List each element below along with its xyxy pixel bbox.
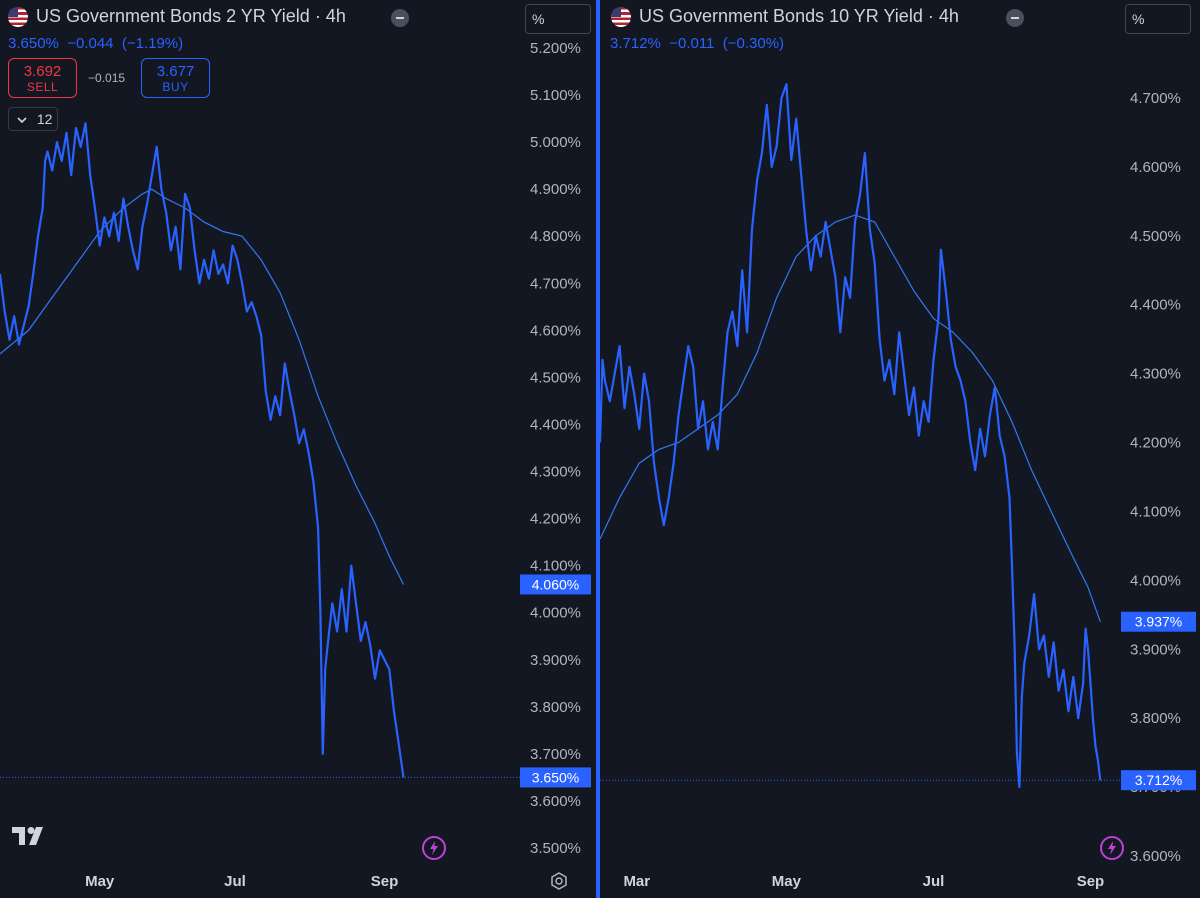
moving-average-line <box>0 188 405 585</box>
y-tick-label: 5.100% <box>530 87 581 104</box>
minus-icon[interactable] <box>1006 9 1024 27</box>
y-tick-label: 4.100% <box>530 558 581 575</box>
chevron-down-icon <box>17 117 27 124</box>
y-tick-label: 4.700% <box>530 275 581 292</box>
x-tick-label: Jul <box>224 873 246 890</box>
ma-price-tag-label: 3.937% <box>1135 614 1182 630</box>
y-tick-label: 4.200% <box>530 511 581 528</box>
x-tick-label: Sep <box>371 873 399 890</box>
buy-button[interactable]: 3.677 BUY <box>141 58 210 98</box>
sell-button[interactable]: 3.692 SELL <box>8 58 77 98</box>
spread-value: −0.015 <box>88 71 126 85</box>
buy-label: BUY <box>162 80 189 94</box>
interval-dropdown[interactable]: 12 <box>8 107 58 131</box>
quote-line: 3.712% −0.011 (−0.30%) <box>610 35 784 52</box>
sell-label: SELL <box>26 80 59 94</box>
chart-title: US Government Bonds 10 YR Yield · 4h <box>611 6 959 27</box>
chart-title-text: US Government Bonds 2 YR Yield · 4h <box>36 6 346 26</box>
y-tick-label: 3.500% <box>530 840 581 857</box>
y-tick-label: 4.300% <box>1130 366 1181 383</box>
y-tick-label: 4.700% <box>1130 90 1181 107</box>
y-tick-label: 4.500% <box>530 369 581 386</box>
interval-value: 12 <box>36 111 53 127</box>
y-tick-label: 4.500% <box>1130 228 1181 245</box>
sell-price: 3.692 <box>23 63 62 80</box>
y-tick-label: 4.000% <box>1130 572 1181 589</box>
y-tick-label: 4.600% <box>530 322 581 339</box>
yield-line <box>0 122 405 778</box>
tradingview-logo <box>12 827 43 845</box>
y-tick-label: 4.000% <box>530 605 581 622</box>
y-tick-label: 3.900% <box>1130 641 1181 658</box>
x-tick-label: Jul <box>923 873 945 890</box>
y-tick-label: 4.300% <box>530 464 581 481</box>
last-price-tag-label: 3.712% <box>1135 772 1182 788</box>
quote-line: 3.650% −0.044 (−1.19%) <box>8 35 183 52</box>
us-flag-icon <box>8 6 28 27</box>
y-tick-label: 3.600% <box>1130 848 1181 865</box>
last-price-tag-label: 3.650% <box>532 769 579 785</box>
moving-average-line <box>600 214 1101 622</box>
y-tick-label: 4.400% <box>1130 297 1181 314</box>
y-tick-label: 3.800% <box>530 699 581 716</box>
y-tick-label: 4.600% <box>1130 159 1181 176</box>
price-change-pct: (−0.30%) <box>722 35 785 52</box>
y-tick-label: 4.200% <box>1130 435 1181 452</box>
buy-price: 3.677 <box>156 63 195 80</box>
unit-button[interactable]: % <box>1125 4 1191 34</box>
x-tick-label: May <box>772 873 802 890</box>
y-tick-label: 5.000% <box>530 134 581 151</box>
last-price: 3.712% <box>610 35 661 52</box>
price-change-pct: (−1.19%) <box>121 35 184 52</box>
x-tick-label: May <box>85 873 115 890</box>
chart-canvas[interactable]: 5.200% 5.100% 5.000% 4.900% 4.800% 4.700% 4.60… <box>0 0 596 898</box>
chart-canvas[interactable]: 4.700% 4.600% 4.500% 4.400% 4.300% 4.200% 4.10… <box>600 0 1200 898</box>
y-tick-label: 4.400% <box>530 416 581 433</box>
unit-button[interactable]: % <box>525 4 591 34</box>
y-tick-label: 4.800% <box>530 228 581 245</box>
y-tick-label: 3.900% <box>530 652 581 669</box>
chart-title: US Government Bonds 2 YR Yield · 4h <box>8 6 346 27</box>
last-price: 3.650% <box>8 35 59 52</box>
chart-panel-2yr[interactable]: 5.200% 5.100% 5.000% 4.900% 4.800% 4.700% 4.60… <box>0 0 596 898</box>
y-tick-label: 3.600% <box>530 793 581 810</box>
minus-icon[interactable] <box>391 9 409 27</box>
y-tick-label: 5.200% <box>530 40 581 57</box>
x-tick-label: Mar <box>623 873 650 890</box>
price-change: −0.044 <box>67 35 114 52</box>
y-tick-label: 3.800% <box>1130 710 1181 727</box>
y-tick-label: 4.900% <box>530 181 581 198</box>
y-tick-label: 3.700% <box>530 746 581 763</box>
lightning-icon[interactable] <box>1100 836 1124 860</box>
lightning-icon[interactable] <box>422 836 446 860</box>
us-flag-icon <box>611 6 631 27</box>
chart-title-text: US Government Bonds 10 YR Yield · 4h <box>639 6 959 26</box>
gear-icon[interactable] <box>550 872 568 890</box>
yield-line <box>600 83 1102 789</box>
chart-panel-10yr[interactable]: 4.700% 4.600% 4.500% 4.400% 4.300% 4.200% 4.10… <box>600 0 1200 898</box>
ma-price-tag-label: 4.060% <box>532 576 579 592</box>
x-tick-label: Sep <box>1077 873 1105 890</box>
y-tick-label: 4.100% <box>1130 503 1181 520</box>
price-change: −0.011 <box>669 35 715 52</box>
